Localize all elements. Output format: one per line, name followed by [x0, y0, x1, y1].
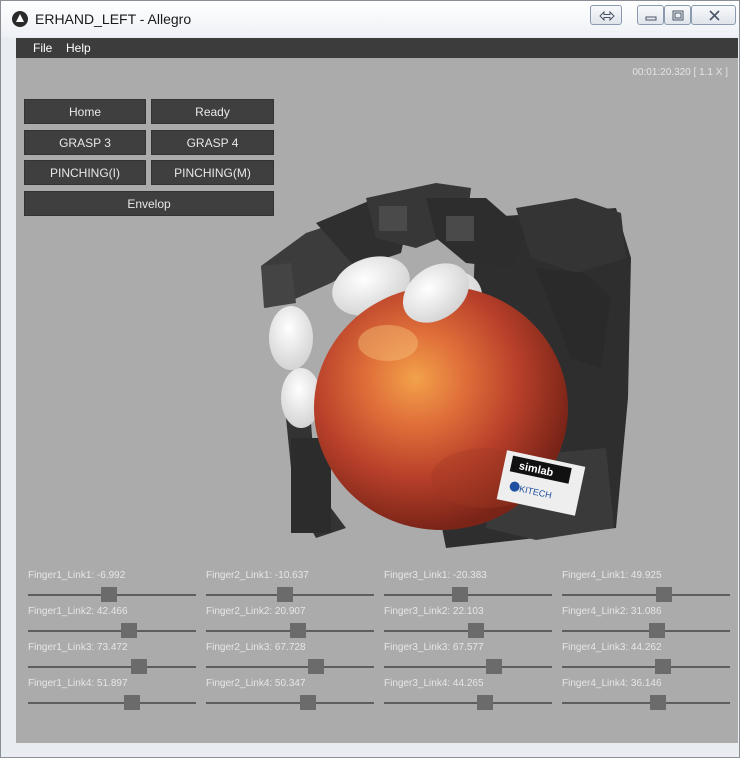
slider-label: Finger1_Link3: 73.472 — [28, 642, 128, 653]
slider-label: Finger1_Link2: 42.466 — [28, 606, 128, 617]
3d-viewport[interactable]: simlab KITECH 00:01:20.320 [ 1.1 X ] Hom… — [16, 58, 738, 743]
envelop-button[interactable]: Envelop — [24, 191, 274, 216]
slider-label: Finger3_Link3: 67.577 — [384, 642, 484, 653]
joint-slider-thumb[interactable] — [452, 587, 468, 602]
window-bottom-border — [16, 743, 738, 757]
joint-slider-track[interactable] — [28, 630, 196, 632]
pinching-i-button[interactable]: PINCHING(I) — [24, 160, 146, 185]
joint-slider-thumb[interactable] — [650, 695, 666, 710]
joint-slider-track[interactable] — [28, 702, 196, 704]
joint-slider-track[interactable] — [206, 666, 374, 668]
joint-slider-track[interactable] — [562, 630, 730, 632]
joint-slider-thumb[interactable] — [468, 623, 484, 638]
slider-label: Finger4_Link4: 36.146 — [562, 678, 662, 689]
joint-slider-thumb[interactable] — [655, 659, 671, 674]
joint-slider-thumb[interactable] — [290, 623, 306, 638]
app-logo-icon — [12, 11, 28, 27]
ready-button[interactable]: Ready — [151, 99, 274, 124]
home-button[interactable]: Home — [24, 99, 146, 124]
slider-label: Finger2_Link3: 67.728 — [206, 642, 306, 653]
joint-slider-thumb[interactable] — [477, 695, 493, 710]
window-title: ERHAND_LEFT - Allegro — [35, 11, 192, 27]
slider-label: Finger3_Link4: 44.265 — [384, 678, 484, 689]
menu-file[interactable]: File — [33, 41, 52, 55]
app-window: ERHAND_LEFT - Allegro File Help simlab K… — [0, 0, 740, 758]
joint-slider-thumb[interactable] — [277, 587, 293, 602]
menu-bar: File Help — [16, 38, 738, 58]
grasp4-button[interactable]: GRASP 4 — [151, 130, 274, 155]
joint-slider-thumb[interactable] — [131, 659, 147, 674]
joint-slider-track[interactable] — [562, 702, 730, 704]
joint-slider-track[interactable] — [384, 666, 552, 668]
slider-label: Finger2_Link4: 50.347 — [206, 678, 306, 689]
joint-slider-thumb[interactable] — [656, 587, 672, 602]
joint-slider-track[interactable] — [384, 702, 552, 704]
joint-slider-thumb[interactable] — [124, 695, 140, 710]
joint-slider-thumb[interactable] — [121, 623, 137, 638]
close-button[interactable] — [691, 5, 736, 25]
slider-label: Finger2_Link1: -10.637 — [206, 570, 309, 581]
slider-label: Finger4_Link1: 49.925 — [562, 570, 662, 581]
grasp3-button[interactable]: GRASP 3 — [24, 130, 146, 155]
joint-slider-track[interactable] — [28, 666, 196, 668]
joint-slider-thumb[interactable] — [486, 659, 502, 674]
joint-slider-track[interactable] — [562, 666, 730, 668]
title-bar[interactable]: ERHAND_LEFT - Allegro — [1, 1, 739, 37]
slider-label: Finger1_Link1: -6.992 — [28, 570, 126, 581]
joint-slider-track[interactable] — [384, 594, 552, 596]
joint-slider-track[interactable] — [206, 702, 374, 704]
resize-arrows-button[interactable] — [590, 5, 622, 25]
slider-label: Finger4_Link2: 31.086 — [562, 606, 662, 617]
slider-label: Finger2_Link2: 20.907 — [206, 606, 306, 617]
joint-slider-thumb[interactable] — [308, 659, 324, 674]
joint-slider-thumb[interactable] — [101, 587, 117, 602]
minimize-button[interactable] — [637, 5, 664, 25]
slider-label: Finger1_Link4: 51.897 — [28, 678, 128, 689]
joint-slider-track[interactable] — [562, 594, 730, 596]
joint-slider-thumb[interactable] — [300, 695, 316, 710]
slider-label: Finger4_Link3: 44.262 — [562, 642, 662, 653]
joint-slider-thumb[interactable] — [649, 623, 665, 638]
menu-help[interactable]: Help — [66, 41, 91, 55]
pinching-m-button[interactable]: PINCHING(M) — [151, 160, 274, 185]
maximize-button[interactable] — [664, 5, 691, 25]
sim-time-readout: 00:01:20.320 [ 1.1 X ] — [632, 67, 728, 78]
slider-label: Finger3_Link1: -20.383 — [384, 570, 487, 581]
slider-label: Finger3_Link2: 22.103 — [384, 606, 484, 617]
